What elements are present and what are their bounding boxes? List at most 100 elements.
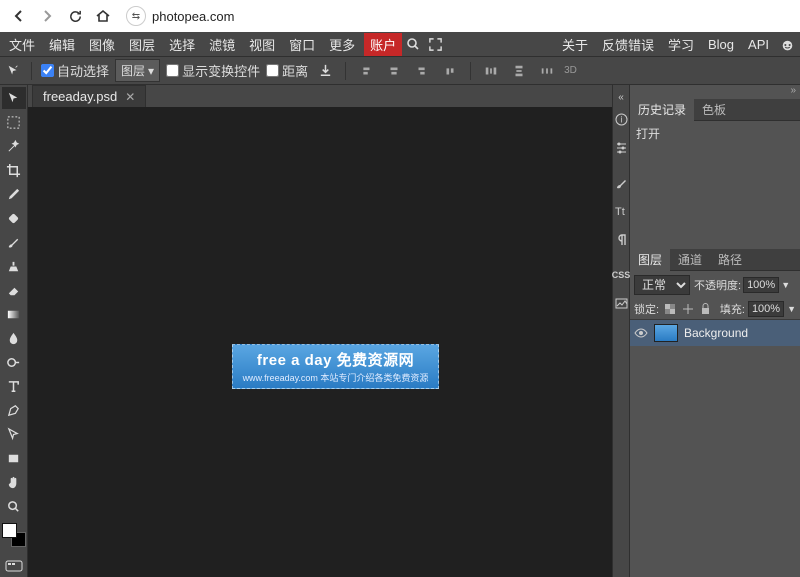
healing-tool[interactable] <box>2 207 26 229</box>
document-tab[interactable]: freeaday.psd ✕ <box>32 85 146 107</box>
fullscreen-icon[interactable] <box>424 35 446 53</box>
left-toolbar <box>0 85 28 577</box>
menu-view[interactable]: 视图 <box>242 32 282 57</box>
color-swatches[interactable] <box>2 523 26 547</box>
crop-tool[interactable] <box>2 159 26 181</box>
tab-channels[interactable]: 通道 <box>670 248 710 271</box>
back-button[interactable] <box>8 5 30 27</box>
home-button[interactable] <box>92 5 114 27</box>
distribute-spacing-icon[interactable] <box>536 61 558 81</box>
address-bar[interactable]: ⇆ photopea.com <box>126 6 234 26</box>
layer-thumbnail[interactable] <box>654 324 678 342</box>
dodge-tool[interactable] <box>2 351 26 373</box>
tab-paths[interactable]: 路径 <box>710 248 750 271</box>
layer-row[interactable]: Background <box>630 320 800 346</box>
auto-select-label: 自动选择 <box>57 61 109 80</box>
menu-layer[interactable]: 图层 <box>122 32 162 57</box>
fill-dropdown-icon[interactable]: ▼ <box>787 304 796 314</box>
distribute-v-icon[interactable] <box>508 61 530 81</box>
clone-tool[interactable] <box>2 255 26 277</box>
lock-all-icon[interactable] <box>698 302 713 317</box>
auto-select-checkbox[interactable]: 自动选择 <box>41 61 109 80</box>
history-list[interactable]: 打开 <box>630 121 800 249</box>
menu-feedback[interactable]: 反馈错误 <box>595 32 661 57</box>
eraser-tool[interactable] <box>2 279 26 301</box>
align-top-icon[interactable] <box>439 61 461 81</box>
align-left-icon[interactable] <box>355 61 377 81</box>
reddit-icon[interactable] <box>776 35 798 53</box>
menu-account[interactable]: 账户 <box>364 33 402 56</box>
menu-blog[interactable]: Blog <box>701 34 741 55</box>
zoom-tool[interactable] <box>2 495 26 517</box>
fill-value[interactable]: 100% <box>748 301 784 317</box>
forward-button[interactable] <box>36 5 58 27</box>
menu-more[interactable]: 更多 <box>322 32 362 57</box>
opacity-value[interactable]: 100% <box>743 277 779 293</box>
tab-swatches[interactable]: 色板 <box>694 98 734 121</box>
path-select-tool[interactable] <box>2 423 26 445</box>
tab-history[interactable]: 历史记录 <box>630 98 694 121</box>
download-icon[interactable] <box>314 61 336 81</box>
distance-label: 距离 <box>282 61 308 80</box>
hand-tool[interactable] <box>2 471 26 493</box>
reload-button[interactable] <box>64 5 86 27</box>
quickmask-tool[interactable] <box>2 555 26 577</box>
pen-tool[interactable] <box>2 399 26 421</box>
canvas-content[interactable]: free a day 免费资源网 www.freeaday.com 本站专门介绍… <box>232 344 439 389</box>
text-tool[interactable] <box>2 375 26 397</box>
distribute-h-icon[interactable] <box>480 61 502 81</box>
distance-input[interactable] <box>266 64 279 77</box>
align-center-h-icon[interactable] <box>383 61 405 81</box>
auto-select-input[interactable] <box>41 64 54 77</box>
shape-tool[interactable] <box>2 447 26 469</box>
lock-position-icon[interactable] <box>680 302 695 317</box>
layers-panel: 图层 通道 路径 正常 不透明度: 100% ▼ 锁定: <box>630 249 800 577</box>
rail-image-icon[interactable] <box>612 289 630 317</box>
canvas-title-text: free a day 免费资源网 <box>257 349 414 370</box>
move-tool[interactable] <box>2 87 26 109</box>
layer-visibility-icon[interactable] <box>634 326 648 340</box>
canvas-subtitle-text: www.freeaday.com 本站专门介绍各类免费资源 <box>243 371 429 384</box>
history-item[interactable]: 打开 <box>636 125 794 142</box>
transform-controls-input[interactable] <box>166 64 179 77</box>
opacity-dropdown-icon[interactable]: ▼ <box>781 280 790 290</box>
rail-character-icon[interactable]: Tt <box>612 197 630 225</box>
menu-edit[interactable]: 编辑 <box>42 32 82 57</box>
foreground-color[interactable] <box>2 523 17 538</box>
menu-learn[interactable]: 学习 <box>661 32 701 57</box>
search-icon[interactable] <box>402 35 424 53</box>
canvas-stage[interactable]: free a day 免费资源网 www.freeaday.com 本站专门介绍… <box>28 107 612 577</box>
rail-css-icon[interactable]: CSS <box>612 261 630 289</box>
rail-brush-icon[interactable] <box>612 169 630 197</box>
menu-api[interactable]: API <box>741 34 776 55</box>
gradient-tool[interactable] <box>2 303 26 325</box>
panels-collapse-icon[interactable]: » <box>630 85 800 99</box>
menu-about[interactable]: 关于 <box>555 32 595 57</box>
eyedropper-tool[interactable] <box>2 183 26 205</box>
menu-window[interactable]: 窗口 <box>282 32 322 57</box>
blend-mode-select[interactable]: 正常 <box>634 275 690 295</box>
menu-image[interactable]: 图像 <box>82 32 122 57</box>
brush-tool[interactable] <box>2 231 26 253</box>
transform-controls-checkbox[interactable]: 显示变换控件 <box>166 61 260 80</box>
options-more[interactable]: 3D <box>564 65 577 76</box>
layer-name[interactable]: Background <box>684 326 748 340</box>
tab-layers[interactable]: 图层 <box>630 248 670 271</box>
wand-tool[interactable] <box>2 135 26 157</box>
tool-indicator-icon <box>6 63 22 79</box>
rail-info-icon[interactable]: i <box>612 105 630 133</box>
blur-tool[interactable] <box>2 327 26 349</box>
align-right-icon[interactable] <box>411 61 433 81</box>
rail-collapse-icon[interactable]: « <box>612 89 630 105</box>
close-tab-icon[interactable]: ✕ <box>125 90 135 104</box>
menu-select[interactable]: 选择 <box>162 32 202 57</box>
select-target-dropdown[interactable]: 图层 ▾ <box>115 59 160 82</box>
menu-file[interactable]: 文件 <box>2 32 42 57</box>
site-info-icon[interactable]: ⇆ <box>126 6 146 26</box>
marquee-tool[interactable] <box>2 111 26 133</box>
distance-checkbox[interactable]: 距离 <box>266 61 308 80</box>
rail-adjust-icon[interactable] <box>612 133 630 161</box>
menu-filter[interactable]: 滤镜 <box>202 32 242 57</box>
rail-paragraph-icon[interactable] <box>612 225 630 253</box>
lock-pixels-icon[interactable] <box>662 302 677 317</box>
